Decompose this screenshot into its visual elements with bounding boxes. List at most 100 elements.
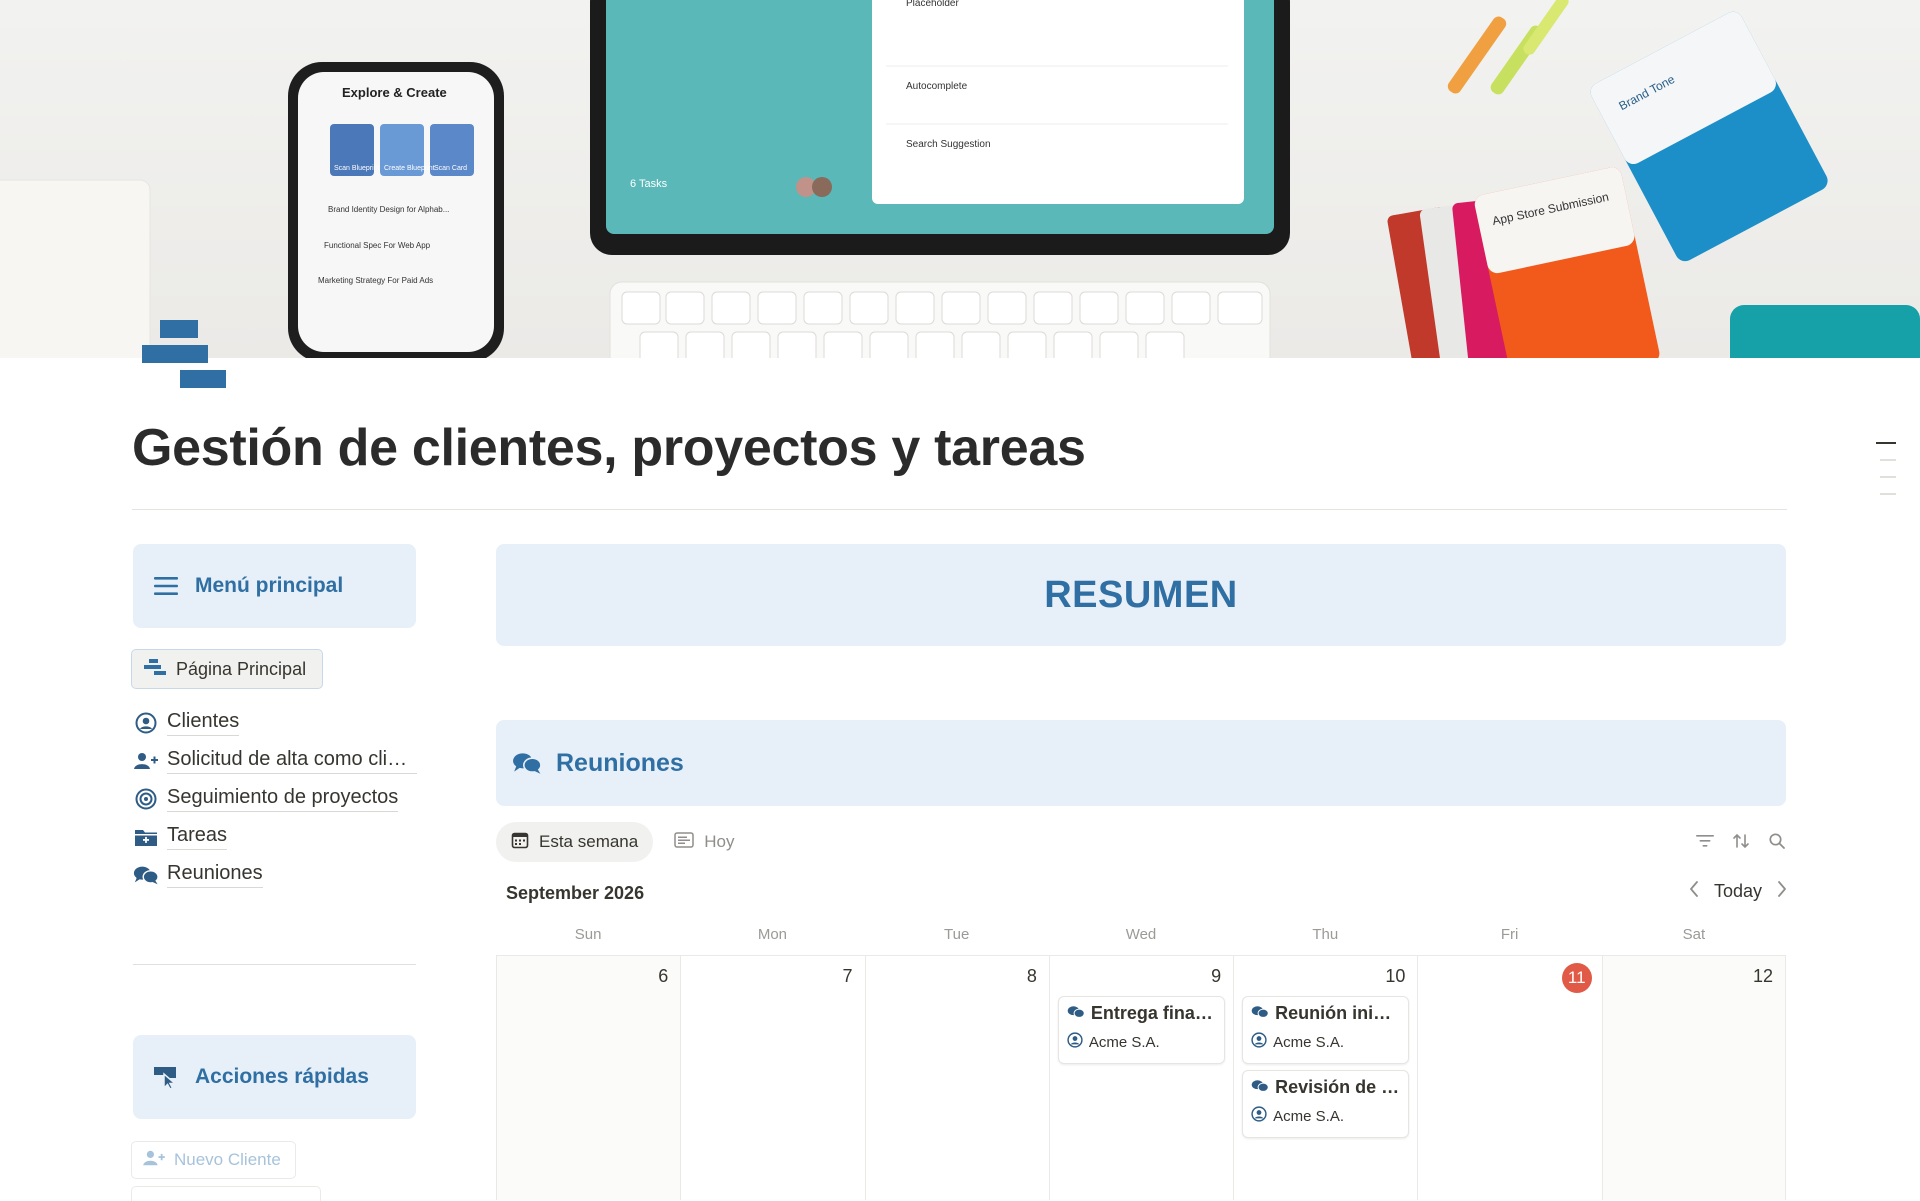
phone-tile-label: Scan Card (434, 165, 467, 172)
user-plus-icon (133, 748, 159, 774)
new-client-label: Nuevo Cliente (174, 1150, 281, 1169)
home-page-label: Página Principal (176, 658, 307, 679)
user-circle-icon (133, 710, 159, 736)
view-tabs: Esta semana Hoy (496, 822, 749, 862)
event-client: Acme S.A. (1273, 1107, 1344, 1125)
main-menu-callout: Menú principal (133, 544, 416, 628)
view-tools (1694, 830, 1788, 852)
folder-plus-icon (133, 824, 159, 850)
sidebar-item-label: Clientes (167, 710, 240, 736)
phone-tile-label: Scan Blueprint (334, 165, 380, 172)
calendar-day-cell[interactable]: 9 Entrega final de proyecto Acme S.A. (1048, 956, 1234, 1200)
filter-icon[interactable] (1694, 830, 1716, 852)
cover-image: Explore & Create Scan Blueprint Create B… (0, 0, 1920, 358)
calendar-day-cell[interactable]: 12 (1601, 956, 1786, 1200)
weekday-label: Mon (757, 926, 788, 943)
cover-illustration: Explore & Create Scan Blueprint Create B… (0, 0, 1920, 358)
divider (132, 509, 1787, 510)
event-title: Reunión inicial de proyecto (1275, 1003, 1401, 1023)
day-number: 10 (1385, 966, 1406, 986)
divider (133, 964, 416, 965)
user-circle-icon (1067, 1032, 1083, 1052)
sidebar-item-seguimiento[interactable]: Seguimiento de proyectos (133, 780, 418, 818)
weekday-label: Fri (1500, 926, 1519, 943)
sidebar-item-label: Reuniones (167, 862, 263, 888)
weekday-label: Sun (574, 926, 602, 943)
table-of-contents-indicator[interactable] (1876, 442, 1896, 510)
calendar-event-card[interactable]: Entrega final de proyecto Acme S.A. (1057, 996, 1226, 1064)
list-view-icon (674, 831, 694, 853)
chat-bubbles-icon (1067, 1003, 1085, 1024)
tab-label: Hoy (704, 832, 735, 851)
weekday-header: Sun Mon Tue Wed Thu Fri Sat (496, 922, 1786, 956)
sidebar-item-reuniones[interactable]: Reuniones (133, 856, 418, 894)
quick-actions-title: Acciones rápidas (195, 1065, 369, 1088)
weekday-label: Tue (944, 926, 970, 943)
tablet-list-item: Autocomplete (906, 81, 968, 92)
main-menu-title: Menú principal (195, 574, 344, 597)
calendar-event-card[interactable]: Revisión de lanzamiento Acme S.A. (1242, 1070, 1410, 1138)
meetings-callout: Reuniones (496, 720, 1786, 806)
calendar-day-cell[interactable]: 7 (680, 956, 865, 1200)
phone-list-item: Marketing Strategy For Paid Ads (318, 276, 433, 285)
chat-bubbles-icon (512, 748, 542, 778)
chat-bubbles-icon (1251, 1003, 1269, 1024)
tab-hoy[interactable]: Hoy (659, 822, 749, 862)
calendar-icon (511, 831, 529, 854)
sort-icon[interactable] (1730, 830, 1752, 852)
sidebar-item-label: Tareas (167, 824, 228, 850)
day-number: 8 (1026, 966, 1037, 986)
click-cursor-icon (151, 1062, 181, 1092)
sidebar-item-clientes[interactable]: Clientes (133, 704, 418, 742)
sidebar-item-solicitud[interactable]: Solicitud de alta como cliente (133, 742, 418, 780)
chat-bubbles-icon (1251, 1077, 1269, 1098)
sidebar-item-tareas[interactable]: Tareas (133, 818, 418, 856)
phone-list-item: Functional Spec For Web App (324, 241, 431, 250)
quick-actions-callout: Acciones rápidas (133, 1035, 416, 1119)
tablet-list-item: Placeholder (906, 0, 959, 9)
calendar-event-card[interactable]: Reunión inicial de proyecto Acme S.A. (1242, 996, 1410, 1064)
home-page-button[interactable]: Página Principal (131, 649, 324, 689)
tab-esta-semana[interactable]: Esta semana (496, 822, 654, 862)
target-icon (133, 786, 159, 812)
weekday-label: Sat (1682, 926, 1706, 943)
day-number: 12 (1752, 966, 1773, 986)
user-circle-icon (1251, 1106, 1267, 1126)
tablet-list-item: Search Suggestion (906, 139, 991, 150)
event-title: Entrega final de proyecto (1090, 1003, 1216, 1023)
calendar-day-cell[interactable]: 8 (864, 956, 1049, 1200)
day-number: 9 (1211, 966, 1222, 986)
today-button[interactable]: Today (1714, 881, 1762, 902)
meetings-title: Reuniones (556, 748, 684, 777)
new-client-button[interactable]: Nuevo Cliente (131, 1141, 296, 1179)
event-client: Acme S.A. (1088, 1033, 1160, 1051)
tablet-tasks: 6 Tasks (630, 178, 668, 190)
page-title: Gestión de clientes, proyectos y tareas (132, 419, 1086, 477)
tab-label: Esta semana (539, 832, 639, 851)
chevron-left-icon[interactable] (1688, 880, 1700, 902)
sidebar-item-label: Solicitud de alta como cliente (167, 748, 417, 774)
calendar-grid: 6 7 8 9 Entrega final de proyecto Acme S… (496, 955, 1786, 1200)
sidebar-nav: Clientes Solicitud de alta como cliente … (133, 704, 418, 894)
phone-list-item: Brand Identity Design for Alphab... (328, 205, 449, 214)
phone-heading: Explore & Create (342, 85, 447, 100)
user-circle-icon (1251, 1032, 1267, 1052)
calendar-day-cell[interactable]: 6 (496, 956, 681, 1200)
calendar-day-cell[interactable]: 10 Reunión inicial de proyecto Acme S.A.… (1233, 956, 1418, 1200)
day-number: 6 (658, 966, 669, 986)
phone-tile-label: Create Blueprint (384, 165, 435, 172)
calendar-day-cell[interactable]: 11 (1417, 956, 1602, 1200)
page-icon (142, 320, 226, 390)
page-logo-icon (144, 658, 166, 681)
calendar-navigation: Today (1688, 880, 1788, 902)
search-icon[interactable] (1766, 830, 1788, 852)
user-plus-icon (142, 1149, 166, 1172)
chat-bubbles-icon (133, 862, 159, 888)
event-title: Revisión de lanzamiento (1275, 1077, 1400, 1097)
hamburger-icon (151, 571, 181, 601)
today-day-number: 11 (1561, 963, 1592, 993)
calendar-month-label: September 2026 (506, 883, 645, 903)
chevron-right-icon[interactable] (1776, 880, 1788, 902)
summary-title: RESUMEN (1044, 573, 1238, 616)
weekday-label: Thu (1312, 926, 1339, 943)
